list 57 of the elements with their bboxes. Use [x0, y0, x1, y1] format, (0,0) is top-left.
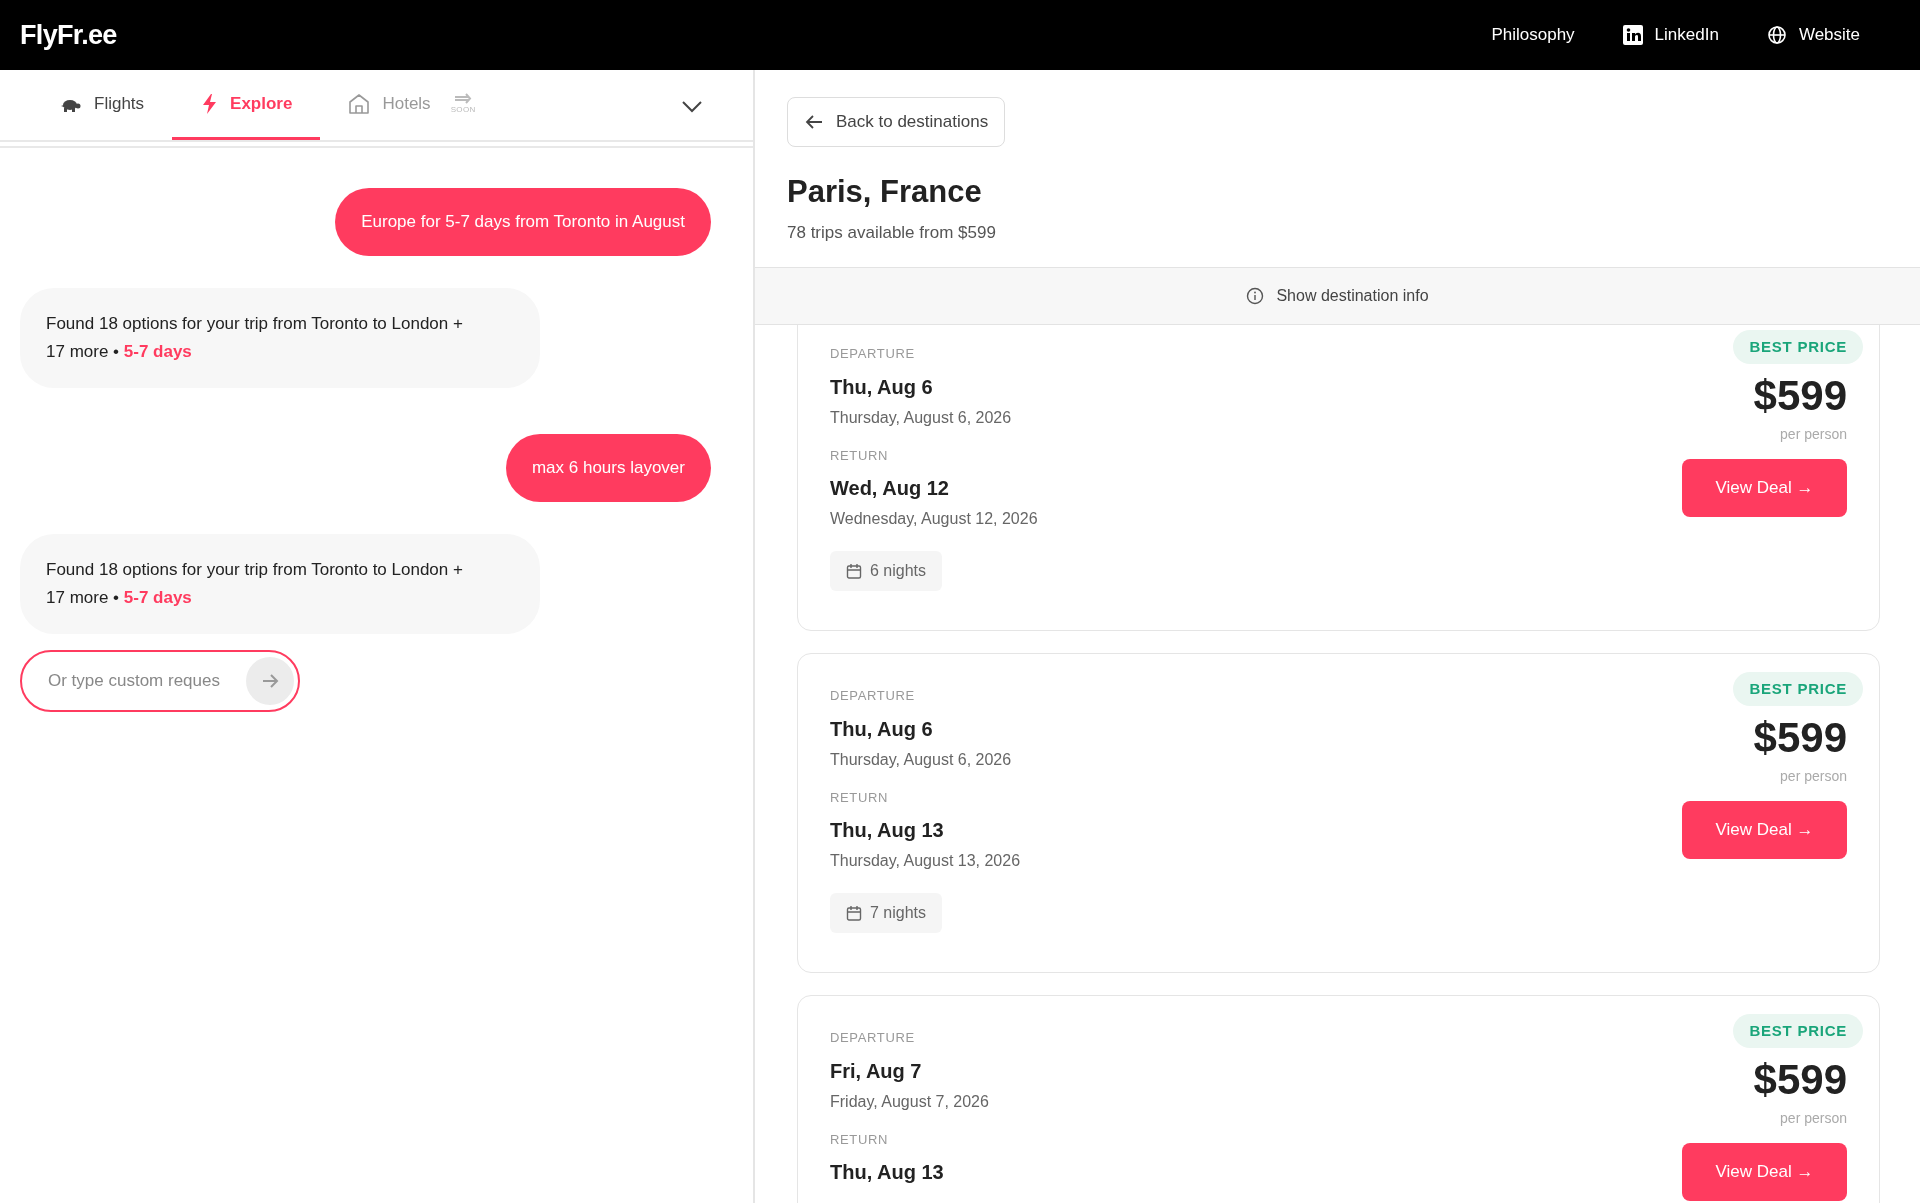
lightning-icon	[200, 92, 219, 115]
bot-message: Found 18 options for your trip from Toronto to London + 17 more • 5-7 days	[20, 288, 540, 388]
logo[interactable]: FlyFr.ee	[20, 14, 117, 56]
departure-full-date: Thursday, August 6, 2026	[830, 749, 1013, 770]
arrow-left-icon	[804, 113, 824, 131]
chat-input-box[interactable]: Or type custom reques	[20, 650, 300, 712]
departure-date: Thu, Aug 6	[830, 374, 934, 400]
send-button[interactable]	[246, 657, 294, 705]
bot-message: Found 18 options for your trip from Toronto to London + 17 more • 5-7 days	[20, 534, 540, 634]
price: $599	[1753, 1055, 1847, 1105]
destination-subtitle: 78 trips available from $599	[787, 221, 997, 244]
arrow-right-icon	[454, 93, 473, 104]
best-price-badge: BEST PRICE	[1733, 672, 1863, 706]
return-date: Thu, Aug 13	[830, 818, 945, 843]
destination-info-toggle[interactable]: Show destination info	[755, 267, 1920, 325]
house-icon	[348, 92, 371, 115]
departure-label: DEPARTURE	[830, 345, 916, 363]
tab[interactable]: Flights	[30, 70, 173, 140]
user-message: max 6 hours layover	[505, 434, 711, 502]
chevron-down-icon[interactable]	[681, 100, 703, 114]
price-note: per person	[1780, 1109, 1847, 1128]
nav-link[interactable]: LinkedIn	[1622, 22, 1719, 48]
price: $599	[1753, 713, 1847, 763]
return-full-date: Wednesday, August 12, 2026	[830, 509, 1038, 529]
return-date: Wed, Aug 12	[830, 476, 950, 501]
nights-tag: 6 nights	[830, 551, 943, 591]
return-date: Thu, Aug 13	[830, 1160, 945, 1185]
return-label: RETURN	[830, 1130, 890, 1149]
soon-label: SOON	[450, 106, 476, 114]
chat-input-field[interactable]: Or type custom reques	[48, 668, 246, 694]
return-full-date: Thursday, August 13, 2026	[830, 851, 1021, 871]
price-note: per person	[1780, 767, 1847, 786]
tab: Hotels SOON	[320, 70, 504, 140]
best-price-badge: BEST PRICE	[1733, 1014, 1863, 1048]
back-button[interactable]: Back to destinations	[787, 97, 1006, 147]
return-label: RETURN	[830, 788, 890, 807]
destination-title: Paris, France	[787, 173, 983, 211]
price-note: per person	[1780, 425, 1847, 444]
info-icon	[1246, 287, 1265, 305]
departure-date: Thu, Aug 6	[830, 716, 934, 742]
best-price-badge: BEST PRICE	[1733, 330, 1863, 364]
linkedin-icon	[1622, 25, 1643, 45]
departure-full-date: Friday, August 7, 2026	[830, 1091, 989, 1112]
calendar-icon	[846, 905, 862, 921]
arrow-right-icon	[261, 672, 279, 690]
globe-icon	[1766, 25, 1787, 45]
departure-label: DEPARTURE	[830, 1029, 916, 1047]
user-message: Europe for 5-7 days from Toronto in August	[335, 188, 711, 256]
price: $599	[1753, 371, 1847, 421]
nav-link[interactable]: Philosophy	[1491, 22, 1575, 48]
departure-date: Fri, Aug 7	[830, 1058, 923, 1084]
departure-label: DEPARTURE	[830, 687, 916, 705]
nights-tag: 7 nights	[830, 893, 943, 933]
nav-link[interactable]: Website	[1766, 22, 1860, 48]
departure-full-date: Thursday, August 6, 2026	[830, 407, 1013, 428]
return-label: RETURN	[830, 446, 890, 465]
calendar-icon	[846, 563, 862, 579]
